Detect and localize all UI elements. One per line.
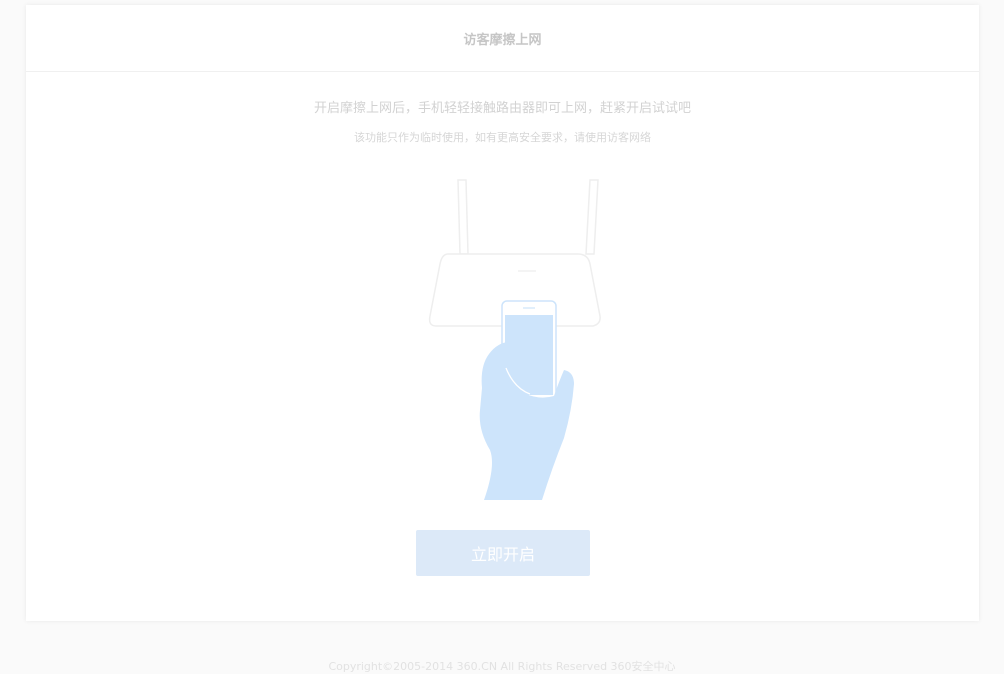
card-header: 访客摩擦上网 [26, 5, 979, 72]
router-antenna-left [457, 179, 469, 255]
footer-copyright: Copyright©2005-2014 360.CN All Rights Re… [328, 660, 676, 673]
main-card: 访客摩擦上网 开启摩擦上网后，手机轻轻接触路由器即可上网，赶紧开启试试吧 该功能… [26, 5, 979, 621]
feature-note: 该功能只作为临时使用，如有更高安全要求，请使用访客网络 [354, 131, 651, 144]
router-antenna-right [585, 179, 599, 255]
router-phone-hand-illustration [402, 170, 602, 500]
feature-description: 开启摩擦上网后，手机轻轻接触路由器即可上网，赶紧开启试试吧 [313, 101, 691, 116]
enable-button[interactable]: 立即开启 [416, 530, 590, 576]
router-phone-hand-icon [428, 179, 601, 500]
page-title: 访客摩擦上网 [463, 32, 542, 48]
